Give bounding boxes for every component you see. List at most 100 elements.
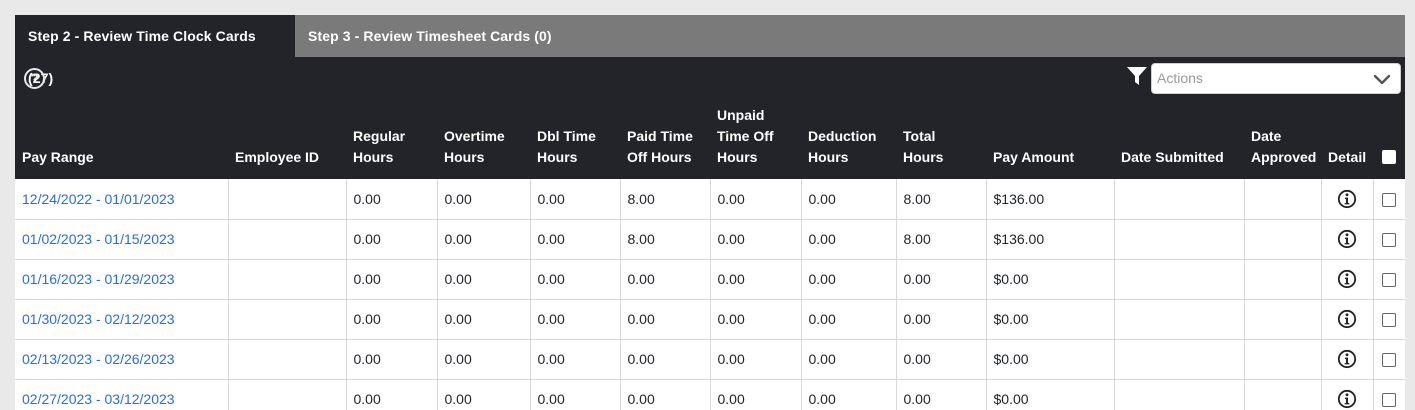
cell-deduction-hours: 0.00: [801, 219, 897, 260]
question-circle-icon[interactable]: ?: [24, 68, 45, 89]
cell-pay-range[interactable]: 12/24/2022 - 01/01/2023: [15, 179, 229, 220]
time-clock-cards-table: Pay Range Employee ID Regular Hours Over…: [15, 105, 1405, 410]
info-circle-icon[interactable]: [1337, 189, 1357, 209]
column-header[interactable]: Pay Range: [15, 105, 228, 179]
row-checkbox[interactable]: [1382, 273, 1397, 288]
cell-unpaid-time-off-hours: 0.00: [710, 259, 802, 300]
actions-placeholder: Actions: [1157, 70, 1203, 86]
column-header[interactable]: Unpaid Time Off Hours: [710, 105, 801, 179]
column-header[interactable]: Employee ID: [228, 105, 346, 179]
cell-deduction-hours: 0.00: [801, 179, 897, 220]
timecard-review-panel: Step 2 - Review Time Clock Cards (27) St…: [15, 15, 1405, 410]
cell-employee-id: [228, 179, 347, 220]
chevron-down-icon: [1373, 74, 1391, 85]
cell-regular-hours: 0.00: [346, 219, 438, 260]
row-checkbox[interactable]: [1382, 353, 1397, 368]
cell-regular-hours: 0.00: [346, 379, 438, 410]
cell-paid-time-off-hours: 8.00: [620, 179, 711, 220]
cell-date-approved: [1244, 219, 1322, 260]
cell-select: [1373, 179, 1405, 220]
cell-detail: [1321, 379, 1374, 410]
cell-employee-id: [228, 379, 347, 410]
cell-overtime-hours: 0.00: [437, 179, 531, 220]
row-checkbox[interactable]: [1382, 233, 1397, 248]
info-circle-icon[interactable]: [1337, 229, 1357, 249]
cell-detail: [1321, 299, 1374, 340]
column-header[interactable]: Pay Amount: [986, 105, 1114, 179]
tab-review-timesheet-cards[interactable]: Step 3 - Review Timesheet Cards (0): [295, 15, 565, 57]
cell-select: [1373, 259, 1405, 300]
cell-deduction-hours: 0.00: [801, 339, 897, 380]
row-checkbox[interactable]: [1382, 192, 1397, 207]
cell-employee-id: [228, 299, 347, 340]
cell-pay-range[interactable]: 01/02/2023 - 01/15/2023: [15, 219, 229, 260]
info-circle-icon[interactable]: [1337, 389, 1357, 409]
column-header[interactable]: Paid Time Off Hours: [620, 105, 710, 179]
cell-unpaid-time-off-hours: 0.00: [710, 379, 802, 410]
cell-date-submitted: [1114, 379, 1245, 410]
cell-date-submitted: [1114, 179, 1245, 220]
column-header: Detail: [1328, 149, 1367, 165]
cell-pay-amount: $136.00: [986, 219, 1115, 260]
column-header[interactable]: Deduction Hours: [801, 105, 896, 179]
select-all-checkbox[interactable]: [1382, 149, 1396, 164]
cell-total-hours: 0.00: [896, 379, 987, 410]
table-row: 01/16/2023 - 01/29/2023 0.00 0.00 0.00 0.00 0…: [15, 259, 1405, 300]
cell-employee-id: [228, 219, 347, 260]
cell-dbl-time-hours: 0.00: [530, 219, 621, 260]
cell-date-approved: [1244, 179, 1322, 220]
table-header-row: Pay Range Employee ID Regular Hours Over…: [15, 105, 1405, 179]
table-row: 01/02/2023 - 01/15/2023 0.00 0.00 0.00 8.00 0…: [15, 219, 1405, 260]
select-all-cell: [1373, 105, 1405, 179]
cell-dbl-time-hours: 0.00: [530, 259, 621, 300]
step-tab-bar: Step 2 - Review Time Clock Cards (27) St…: [15, 15, 1405, 86]
cell-paid-time-off-hours: 8.00: [620, 219, 711, 260]
cell-pay-range[interactable]: 02/13/2023 - 02/26/2023: [15, 339, 229, 380]
cell-detail: [1321, 339, 1374, 380]
table-row: 02/27/2023 - 03/12/2023 0.00 0.00 0.00 0.00 0…: [15, 379, 1405, 410]
cell-employee-id: [228, 259, 347, 300]
table-row: 02/13/2023 - 02/26/2023 0.00 0.00 0.00 0.00 0…: [15, 339, 1405, 380]
info-circle-icon[interactable]: [1337, 309, 1357, 329]
cell-paid-time-off-hours: 0.00: [620, 379, 711, 410]
filter-icon[interactable]: [1126, 65, 1148, 87]
cell-deduction-hours: 0.00: [801, 379, 897, 410]
actions-dropdown[interactable]: Actions: [1151, 63, 1401, 94]
column-header[interactable]: Regular Hours: [346, 105, 437, 179]
cell-overtime-hours: 0.00: [437, 219, 531, 260]
cell-date-submitted: [1114, 219, 1245, 260]
cell-select: [1373, 379, 1405, 410]
cell-detail: [1321, 219, 1374, 260]
cell-dbl-time-hours: 0.00: [530, 299, 621, 340]
cell-deduction-hours: 0.00: [801, 299, 897, 340]
info-circle-icon[interactable]: [1337, 349, 1357, 369]
cell-date-approved: [1244, 259, 1322, 300]
cell-overtime-hours: 0.00: [437, 259, 531, 300]
cell-paid-time-off-hours: 0.00: [620, 259, 711, 300]
cell-overtime-hours: 0.00: [437, 339, 531, 380]
row-checkbox[interactable]: [1382, 313, 1397, 328]
cell-date-approved: [1244, 379, 1322, 410]
cell-pay-range[interactable]: 01/30/2023 - 02/12/2023: [15, 299, 229, 340]
cell-total-hours: 8.00: [896, 179, 987, 220]
cell-total-hours: 0.00: [896, 339, 987, 380]
cell-pay-range[interactable]: 01/16/2023 - 01/29/2023: [15, 259, 229, 300]
column-header[interactable]: Overtime Hours: [437, 105, 530, 179]
tab-review-time-clock-cards[interactable]: Step 2 - Review Time Clock Cards (27): [15, 15, 295, 86]
table-row: 12/24/2022 - 01/01/2023 0.00 0.00 0.00 8.00 0…: [15, 179, 1405, 220]
cell-date-submitted: [1114, 299, 1245, 340]
column-header[interactable]: Date Approved: [1244, 105, 1321, 179]
info-circle-icon[interactable]: [1337, 269, 1357, 289]
cell-overtime-hours: 0.00: [437, 379, 531, 410]
cell-pay-amount: $0.00: [986, 259, 1115, 300]
row-checkbox[interactable]: [1382, 393, 1397, 408]
column-header[interactable]: Total Hours: [896, 105, 986, 179]
cell-unpaid-time-off-hours: 0.00: [710, 179, 802, 220]
column-header[interactable]: Date Submitted: [1114, 105, 1244, 179]
cell-regular-hours: 0.00: [346, 299, 438, 340]
cell-date-submitted: [1114, 259, 1245, 300]
cell-dbl-time-hours: 0.00: [530, 179, 621, 220]
cell-total-hours: 0.00: [896, 299, 987, 340]
cell-pay-range[interactable]: 02/27/2023 - 03/12/2023: [15, 379, 229, 410]
column-header[interactable]: Dbl Time Hours: [530, 105, 620, 179]
